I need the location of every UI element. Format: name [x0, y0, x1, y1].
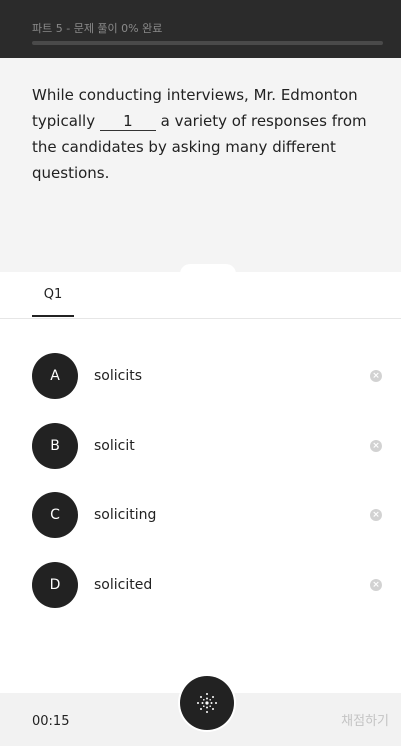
timer: 00:15 [32, 714, 70, 729]
sparkle-dots-icon [197, 693, 217, 713]
blank-marker: 1 [99, 112, 156, 131]
center-action-button[interactable] [180, 676, 234, 730]
option-letter-b: B [32, 423, 78, 469]
close-circle-icon[interactable]: × [370, 509, 382, 521]
grade-button[interactable]: 채점하기 [341, 693, 389, 751]
option-c[interactable]: C soliciting × [32, 492, 382, 538]
option-letter-d: D [32, 562, 78, 608]
close-circle-icon[interactable]: × [370, 440, 382, 452]
option-text-d: solicited [94, 577, 153, 593]
option-text-a: solicits [94, 368, 143, 384]
option-a[interactable]: A solicits × [32, 353, 382, 399]
option-letter-a: A [32, 353, 78, 399]
option-letter-c: C [32, 492, 78, 538]
progress-bar [32, 41, 383, 45]
progress-title: 파트 5 - 문제 풀이 0% 완료 [32, 22, 163, 35]
option-text-b: solicit [94, 438, 135, 454]
option-d[interactable]: D solicited × [32, 562, 382, 608]
question-text: While conducting interviews, Mr. Edmonto… [32, 82, 387, 186]
option-b[interactable]: B solicit × [32, 423, 382, 469]
question-panel: While conducting interviews, Mr. Edmonto… [0, 58, 401, 272]
close-circle-icon[interactable]: × [370, 579, 382, 591]
tab-q1[interactable]: Q1 [32, 272, 74, 317]
top-header: 파트 5 - 문제 풀이 0% 완료 [0, 0, 401, 58]
question-tabs: Q1 [0, 272, 401, 319]
option-text-c: soliciting [94, 507, 157, 523]
close-circle-icon[interactable]: × [370, 370, 382, 382]
